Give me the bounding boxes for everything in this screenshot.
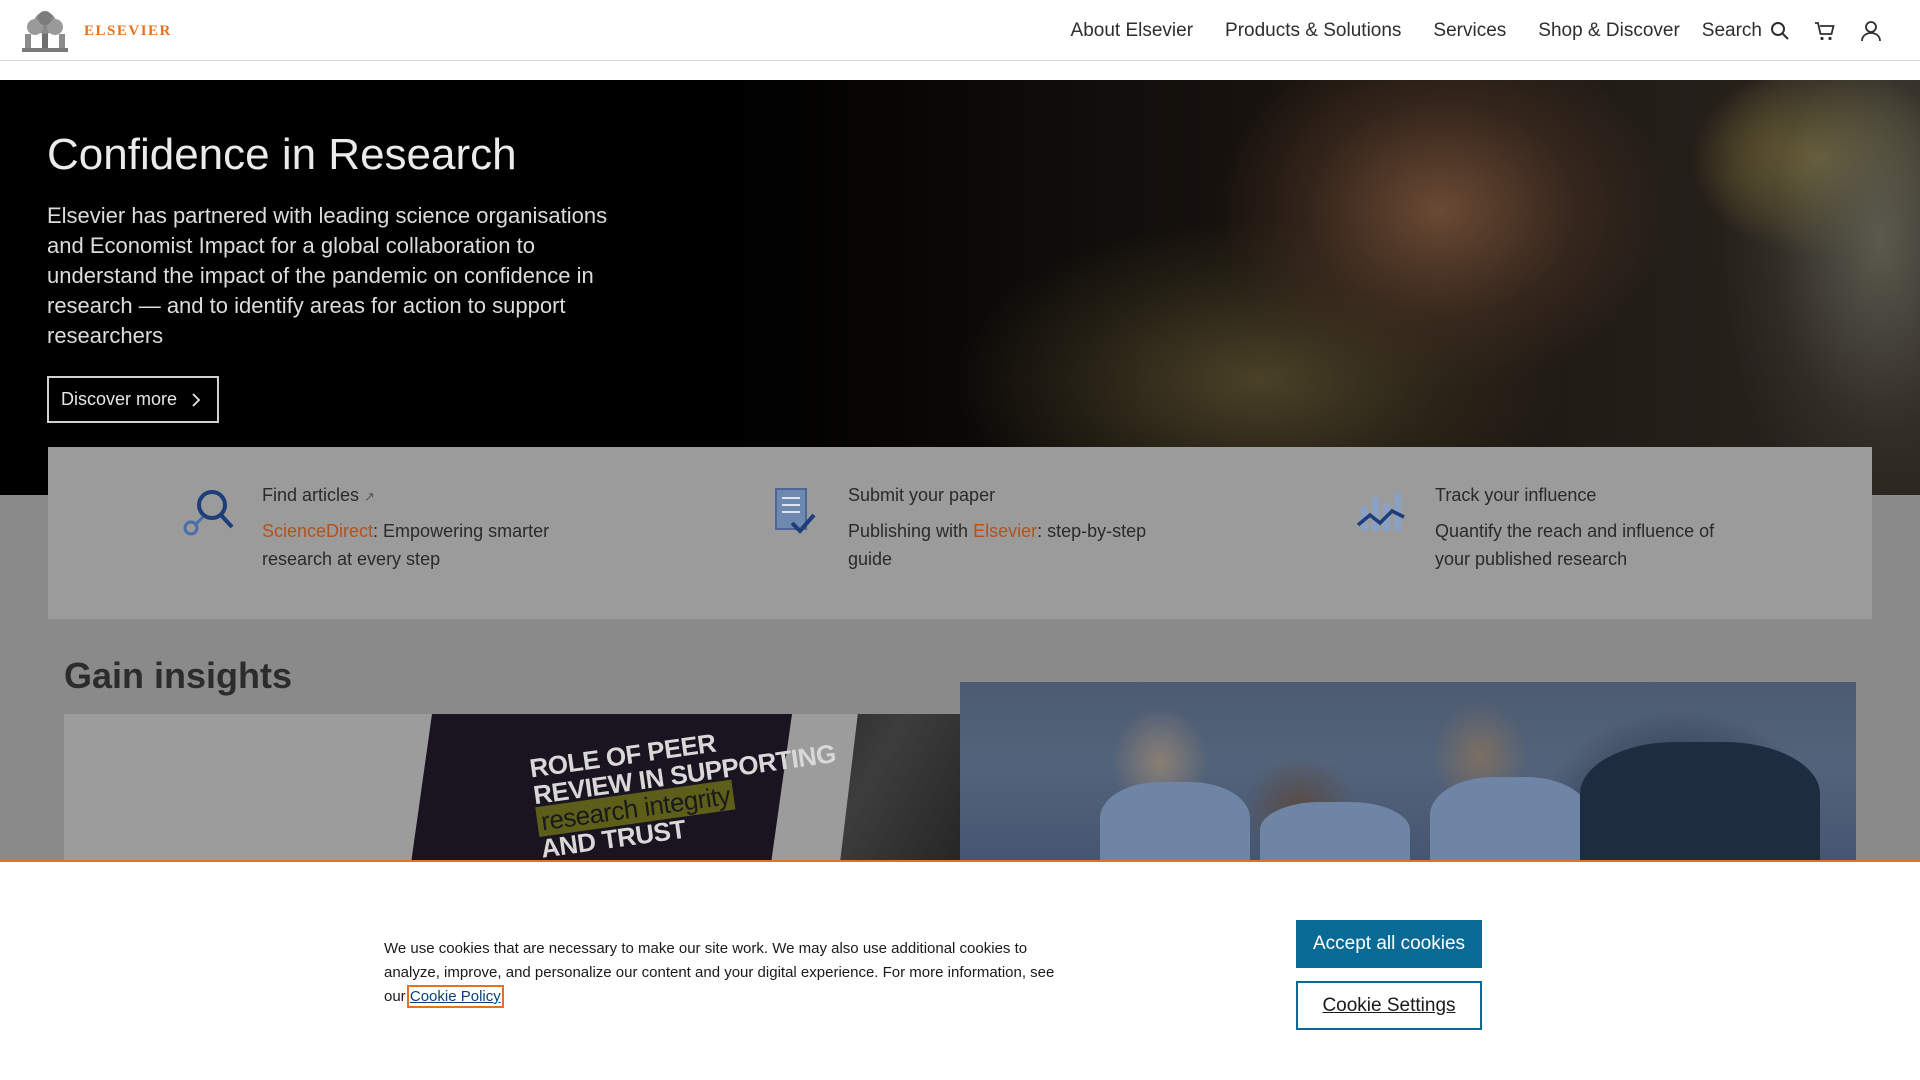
- insight-tile-lab-team[interactable]: [960, 682, 1856, 860]
- submit-paper-desc-before: Publishing with: [848, 521, 974, 541]
- person-dark-jacket: [1580, 742, 1820, 860]
- user-icon: [1861, 20, 1881, 41]
- card-title: Find articles ↗: [262, 485, 375, 506]
- person-lab-coat-2: [1260, 802, 1410, 860]
- nav-shop-discover[interactable]: Shop & Discover: [1538, 20, 1680, 42]
- chevron-right-icon: [192, 392, 201, 407]
- submit-paper-title: Submit your paper: [848, 485, 996, 505]
- sciencedirect-link[interactable]: ScienceDirect: [262, 521, 373, 541]
- search-label: Search: [1701, 19, 1762, 41]
- tree-logo-icon: [22, 11, 68, 52]
- card-text: Publishing with Elsevier: step-by-step g…: [848, 517, 1148, 573]
- cart-button[interactable]: [1814, 20, 1836, 42]
- find-articles-title: Find articles: [262, 485, 360, 505]
- search-icon: [1771, 21, 1789, 40]
- account-button[interactable]: [1860, 20, 1882, 42]
- elsevier-logo[interactable]: ELSEVIER: [22, 10, 172, 52]
- elsevier-link[interactable]: Elsevier: [973, 521, 1037, 541]
- person-lab-coat-3: [1430, 777, 1590, 860]
- gain-insights-title: Gain insights: [64, 655, 293, 696]
- insight-tile-peer-review[interactable]: ROLE OF PEER REVIEW IN SUPPORTING resear…: [64, 714, 960, 860]
- nav-products-solutions[interactable]: Products & Solutions: [1225, 20, 1401, 42]
- track-influence-title: Track your influence: [1435, 485, 1597, 505]
- cart-icon: [1815, 21, 1835, 40]
- nav-about-elsevier[interactable]: About Elsevier: [1071, 20, 1194, 42]
- document-check-icon: [775, 488, 816, 534]
- brand-wordmark: ELSEVIER: [84, 22, 172, 39]
- person-lab-coat-1: [1100, 782, 1250, 860]
- chart-trend-icon: [1356, 493, 1405, 531]
- accept-all-cookies-button[interactable]: Accept all cookies: [1296, 920, 1482, 968]
- cookie-message: We use cookies that are necessary to mak…: [384, 937, 1074, 1009]
- card-text: ScienceDirect: Empowering smarter resear…: [262, 517, 562, 573]
- quick-links-panel: Find articles ↗ ScienceDirect: Empowerin…: [48, 447, 1872, 619]
- site-header: ELSEVIER About Elsevier Products & Solut…: [0, 0, 1920, 61]
- search-magnifier-icon: [183, 490, 234, 536]
- hero-title: Confidence in Research: [47, 130, 517, 179]
- main-nav: About Elsevier Products & Solutions Serv…: [1039, 0, 1882, 61]
- cookie-banner: We use cookies that are necessary to mak…: [0, 860, 1920, 1080]
- search-button[interactable]: Search: [1702, 20, 1790, 42]
- discover-more-label: Discover more: [61, 389, 178, 409]
- hero-description: Elsevier has partnered with leading scie…: [47, 203, 608, 348]
- cookie-settings-button[interactable]: Cookie Settings: [1296, 981, 1482, 1030]
- nav-services[interactable]: Services: [1433, 20, 1506, 42]
- external-link-icon: ↗: [364, 489, 375, 504]
- discover-more-button[interactable]: Discover more: [47, 376, 219, 423]
- track-influence-desc: Quantify the reach and influence of your…: [1435, 521, 1715, 569]
- hero-banner: Confidence in Research Elsevier has part…: [0, 80, 1920, 495]
- cookie-policy-link[interactable]: Cookie Policy: [406, 985, 504, 1008]
